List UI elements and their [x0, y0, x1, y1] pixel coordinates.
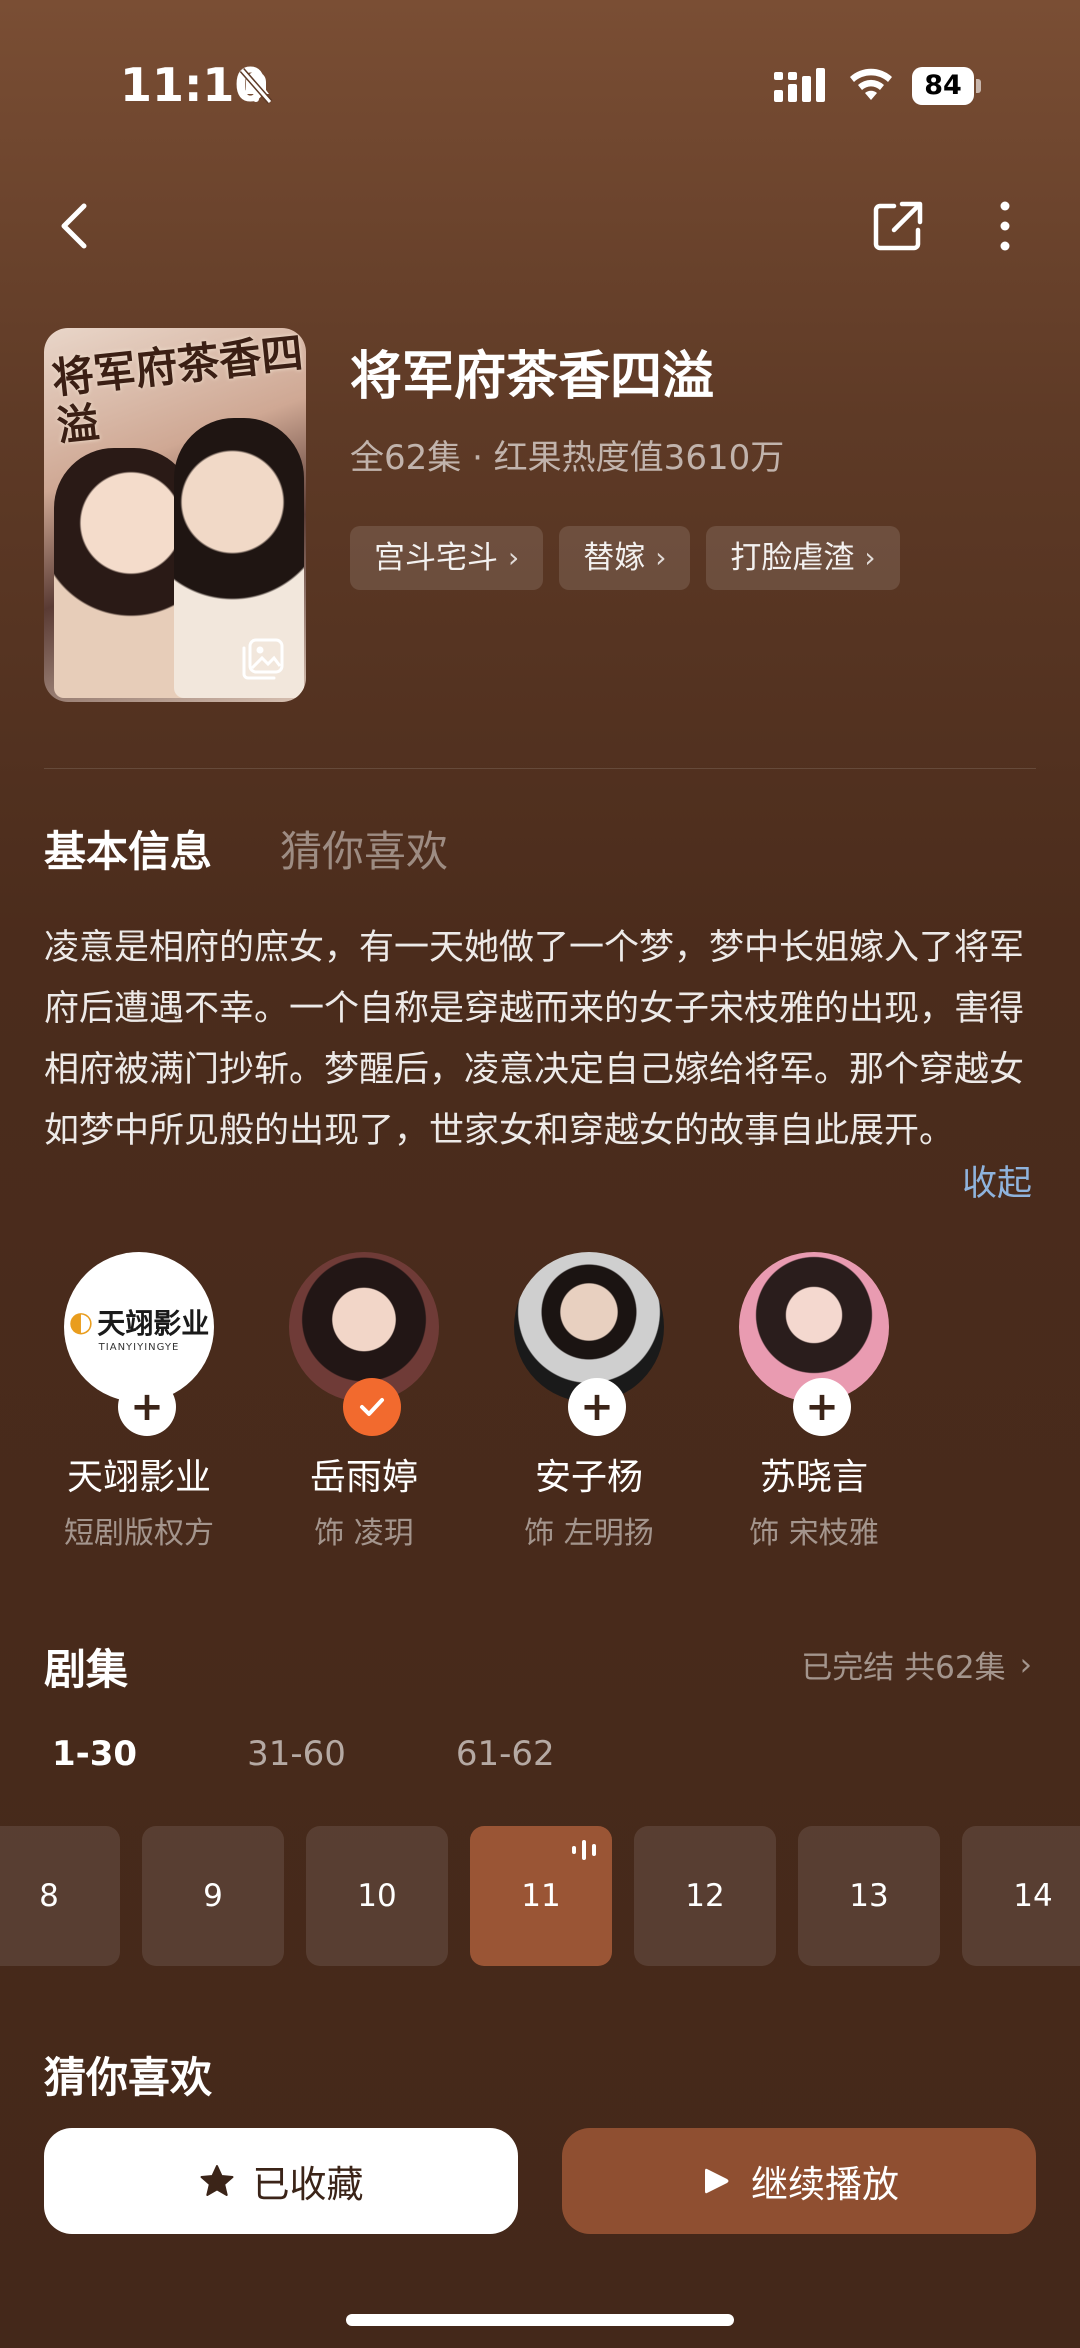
tab-recommend[interactable]: 猜你喜欢 — [280, 818, 448, 879]
playing-bars-icon — [572, 1840, 596, 1860]
collapse-link[interactable]: 收起 — [962, 1154, 1032, 1215]
cast-item[interactable]: + 安子杨 饰 左明扬 — [494, 1252, 719, 1552]
cast-role: 饰 凌玥 — [314, 1516, 414, 1551]
battery-indicator: 84 — [912, 67, 982, 105]
cast-list: ◐ 天翊影业 TIANYIYINGYE + 天翊影业 短剧版权方 岳雨婷 饰 凌玥… — [44, 1252, 1036, 1552]
episode-button[interactable]: 12 — [634, 1826, 776, 1966]
cast-item[interactable]: 岳雨婷 饰 凌玥 — [269, 1252, 494, 1552]
chevron-right-icon: › — [655, 541, 667, 574]
follow-plus-icon[interactable]: + — [118, 1378, 176, 1436]
cast-role: 短剧版权方 — [64, 1516, 214, 1551]
favorite-label: 已收藏 — [252, 2163, 364, 2206]
episode-button[interactable]: 14 — [962, 1826, 1080, 1966]
tab-basic-info[interactable]: 基本信息 — [44, 818, 212, 879]
episode-range-tabs: 1-30 31-60 61-62 — [52, 1734, 665, 1774]
followed-check-icon[interactable] — [343, 1378, 401, 1436]
cast-name: 天翊影业 — [66, 1457, 211, 1498]
battery-level: 84 — [912, 67, 974, 105]
range-tab[interactable]: 61-62 — [456, 1734, 555, 1774]
cast-role: 饰 左明扬 — [524, 1516, 654, 1551]
more-options-icon[interactable] — [990, 196, 1020, 256]
tag-chip[interactable]: 替嫁 › — [559, 526, 691, 590]
cast-role: 饰 宋枝雅 — [749, 1516, 879, 1551]
chevron-right-icon: › — [864, 541, 876, 574]
cellular-signal-icon — [774, 68, 825, 102]
share-icon[interactable] — [870, 196, 926, 254]
recommend-title: 猜你喜欢 — [44, 2053, 213, 2102]
tag-list: 宫斗宅斗 › 替嫁 › 打脸虐渣 › — [350, 526, 900, 590]
favorite-button[interactable]: 已收藏 — [44, 2128, 518, 2234]
cast-name: 安子杨 — [534, 1457, 643, 1498]
tag-chip[interactable]: 宫斗宅斗 › — [350, 526, 544, 590]
chevron-right-icon: › — [508, 541, 520, 574]
episode-list: 8 9 10 11 12 13 14 — [0, 1826, 1080, 1966]
chevron-right-icon: › — [1019, 1646, 1032, 1683]
episodes-status: 已完结 共62集 — [801, 1650, 1006, 1686]
cast-name: 岳雨婷 — [309, 1457, 418, 1498]
episodes-status-link[interactable]: 已完结 共62集 › — [801, 1642, 1032, 1687]
continue-play-button[interactable]: 继续播放 — [562, 2128, 1036, 2234]
episode-button-current[interactable]: 11 — [470, 1826, 612, 1966]
show-title: 将军府茶香四溢 — [350, 347, 715, 407]
silent-bell-icon — [239, 68, 273, 104]
tag-label: 宫斗宅斗 — [374, 540, 498, 576]
studio-logo-subtext: TIANYIYINGYE — [98, 1341, 180, 1353]
range-tab[interactable]: 1-30 — [52, 1734, 137, 1774]
home-indicator[interactable] — [346, 2314, 734, 2326]
divider — [44, 768, 1036, 769]
status-bar: 11:10 84 — [0, 0, 1080, 170]
episodes-title: 剧集 — [44, 1645, 129, 1694]
show-description: 凌意是相府的庶女，有一天她做了一个梦，梦中长姐嫁入了将军府后遭遇不幸。一个自称是… — [44, 928, 1025, 1151]
continue-play-label: 继续播放 — [751, 2163, 899, 2206]
cast-item[interactable]: + 苏晓言 饰 宋枝雅 — [719, 1252, 944, 1552]
episode-button[interactable]: 10 — [306, 1826, 448, 1966]
studio-logo-text: 天翊影业 — [97, 1306, 210, 1340]
follow-plus-icon[interactable]: + — [793, 1378, 851, 1436]
tag-label: 替嫁 — [583, 540, 646, 576]
star-icon — [200, 2165, 233, 2196]
gallery-icon[interactable] — [240, 636, 286, 682]
range-tab[interactable]: 31-60 — [247, 1734, 346, 1774]
tag-chip[interactable]: 打脸虐渣 › — [706, 526, 900, 590]
tag-label: 打脸虐渣 — [730, 540, 855, 576]
episode-button[interactable]: 13 — [798, 1826, 940, 1966]
play-icon — [705, 2168, 729, 2194]
wifi-icon — [850, 68, 892, 100]
cast-name: 苏晓言 — [759, 1457, 868, 1498]
show-meta: 全62集 · 红果热度值3610万 — [350, 438, 785, 478]
episode-button[interactable]: 8 — [0, 1826, 120, 1966]
episode-button[interactable]: 9 — [142, 1826, 284, 1966]
follow-plus-icon[interactable]: + — [568, 1378, 626, 1436]
back-arrow-icon[interactable] — [50, 196, 100, 256]
cast-item[interactable]: ◐ 天翊影业 TIANYIYINGYE + 天翊影业 短剧版权方 — [44, 1252, 269, 1552]
show-poster[interactable]: 将军府茶香四溢 — [44, 328, 306, 702]
